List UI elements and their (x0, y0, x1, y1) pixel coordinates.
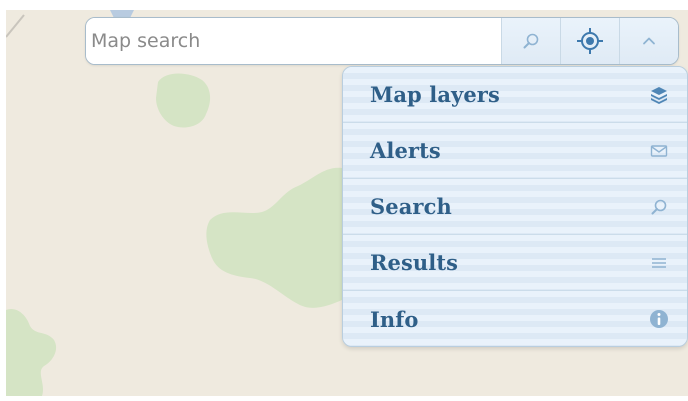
locate-button[interactable] (560, 18, 620, 64)
search-icon (649, 197, 669, 217)
info-icon (649, 309, 669, 329)
menu-item-results[interactable]: Results (343, 235, 687, 291)
menu-item-label: Search (370, 194, 452, 219)
collapse-button[interactable] (619, 18, 678, 64)
menu-item-label: Info (370, 306, 419, 332)
map-road (6, 14, 25, 38)
map-park (6, 308, 57, 396)
layers-icon (649, 85, 669, 105)
map-park (156, 73, 211, 128)
search-bar (85, 17, 679, 65)
menu-item-label: Results (370, 250, 459, 275)
map-search-input[interactable] (86, 18, 502, 64)
menu-item-label: Map layers (370, 82, 500, 107)
search-icon (523, 33, 539, 49)
menu-item-search[interactable]: Search (343, 179, 687, 235)
chevron-up-icon (643, 37, 655, 45)
envelope-icon (649, 141, 669, 161)
map-park (206, 167, 342, 308)
locate-icon (577, 28, 604, 54)
side-menu: Map layers Alerts Search Results Info (342, 66, 688, 347)
menu-item-label: Alerts (370, 138, 441, 163)
menu-item-map-layers[interactable]: Map layers (343, 67, 687, 123)
list-icon (649, 253, 669, 273)
menu-item-alerts[interactable]: Alerts (343, 123, 687, 179)
search-button[interactable] (501, 18, 561, 64)
menu-item-info[interactable]: Info (343, 291, 687, 346)
